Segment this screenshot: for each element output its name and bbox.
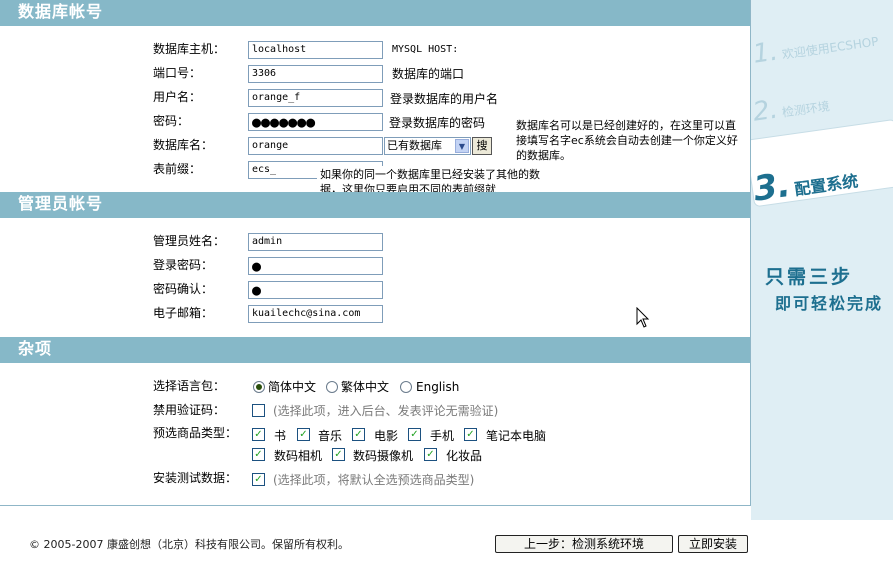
goods-type-checkbox[interactable]: ✓: [297, 428, 310, 441]
db-user-label: 用户名：: [153, 90, 202, 104]
goods-type-label: 数码摄像机: [353, 449, 414, 463]
slogan-line-2: 即可轻松完成: [775, 294, 884, 313]
goods-type-checkbox[interactable]: ✓: [332, 448, 345, 461]
mouse-cursor-icon: [636, 307, 650, 328]
goods-type-checkbox[interactable]: ✓: [352, 428, 365, 441]
goods-type-label: 电影: [374, 429, 399, 443]
lang-radio-en[interactable]: [400, 381, 412, 393]
lang-option-zh-cn: 简体中文: [268, 380, 317, 394]
footer: © 2005-2007 康盛创想（北京）科技有限公司。保留所有权利。: [0, 520, 893, 563]
goods-type-checkbox[interactable]: ✓: [464, 428, 477, 441]
goods-type-label: 数码相机: [274, 449, 323, 463]
admin-pass-input[interactable]: ●: [248, 257, 383, 275]
db-user-note: 登录数据库的用户名: [390, 92, 499, 106]
admin-name-label: 管理员姓名：: [153, 234, 226, 248]
goods-type-checkbox[interactable]: ✓: [252, 428, 265, 441]
goods-type-label: 笔记本电脑: [486, 429, 547, 443]
steps-sidebar: 1. 欢迎使用ECSHOP 2. 检测环境 3. 配置系统 只需三步 即可轻松完…: [751, 0, 893, 520]
section-title: 管理员帐号: [18, 194, 104, 213]
lang-label: 选择语言包：: [153, 379, 226, 393]
section-header-database: 数据库帐号: [0, 0, 750, 26]
captcha-checkbox[interactable]: [252, 404, 265, 417]
db-user-input[interactable]: orange_f: [248, 89, 383, 107]
goods-type-label: 化妆品: [446, 449, 483, 463]
prev-step-button[interactable]: 上一步：检测系统环境: [495, 535, 673, 553]
lang-option-en: English: [416, 380, 460, 394]
admin-email-label: 电子邮箱：: [153, 306, 214, 320]
db-pass-note: 登录数据库的密码: [389, 116, 486, 130]
install-form-panel: 数据库帐号 数据库主机： localhost MYSQL HOST: 端口号： …: [0, 0, 751, 506]
install-now-button[interactable]: 立即安装: [678, 535, 748, 553]
step-label: 检测环境: [781, 99, 831, 120]
section-title: 杂项: [18, 339, 53, 358]
section-header-misc: 杂项: [0, 337, 750, 363]
goods-type-checkbox[interactable]: ✓: [424, 448, 437, 461]
db-host-label: 数据库主机：: [153, 42, 226, 56]
step-label: 配置系统: [793, 171, 860, 200]
admin-confirm-label: 密码确认：: [153, 282, 214, 296]
db-name-note: 数据库名可以是已经创建好的，在这里可以直接填写名字ec系统会自动去创建一个你定义…: [516, 119, 738, 162]
lang-radio-zh-cn[interactable]: [253, 381, 265, 393]
step-number: 3.: [751, 164, 793, 210]
section-header-admin: 管理员帐号: [0, 192, 750, 218]
search-db-button[interactable]: 搜: [472, 137, 492, 155]
slogan-line-1: 只需三步: [765, 266, 854, 288]
copyright-text: © 2005-2007 康盛创想（北京）科技有限公司。保留所有权利。: [29, 538, 349, 551]
lang-option-zh-tw: 繁体中文: [341, 380, 390, 394]
db-host-note: MYSQL HOST:: [392, 44, 459, 55]
db-name-input[interactable]: orange: [248, 137, 383, 155]
db-name-label: 数据库名：: [153, 138, 214, 152]
test-data-note: (选择此项，将默认全选预选商品类型): [273, 473, 475, 487]
chevron-down-icon[interactable]: ▼: [455, 139, 469, 153]
goods-type-checkbox[interactable]: ✓: [408, 428, 421, 441]
step-1: 1. 欢迎使用ECSHOP: [751, 22, 880, 69]
existing-db-select-value: 已有数据库: [387, 139, 442, 152]
step-number: 1.: [751, 36, 780, 70]
db-pass-input[interactable]: ●●●●●●●: [248, 113, 383, 131]
goods-type-label: 手机: [430, 429, 455, 443]
test-data-label: 安装测试数据：: [153, 471, 238, 485]
test-data-checkbox[interactable]: ✓: [252, 473, 265, 486]
db-port-note: 数据库的端口: [392, 67, 465, 81]
goods-type-checkbox[interactable]: ✓: [252, 448, 265, 461]
db-pass-label: 密码：: [153, 114, 190, 128]
db-port-input[interactable]: 3306: [248, 65, 383, 83]
db-prefix-label: 表前缀：: [153, 162, 202, 176]
step-label: 欢迎使用ECSHOP: [781, 34, 880, 62]
db-host-input[interactable]: localhost: [248, 41, 383, 59]
admin-name-input[interactable]: admin: [248, 233, 383, 251]
goods-type-label: 音乐: [318, 429, 343, 443]
admin-email-input[interactable]: kuailechc@sina.com: [248, 305, 383, 323]
admin-confirm-input[interactable]: ●: [248, 281, 383, 299]
captcha-label: 禁用验证码：: [153, 403, 226, 417]
section-title: 数据库帐号: [18, 2, 104, 21]
admin-pass-label: 登录密码：: [153, 258, 214, 272]
step-2: 2. 检测环境: [751, 87, 831, 128]
lang-radio-zh-tw[interactable]: [326, 381, 338, 393]
existing-db-select[interactable]: 已有数据库 ▼: [384, 137, 471, 155]
db-port-label: 端口号：: [153, 66, 202, 80]
goods-type-label: 书: [274, 429, 287, 443]
captcha-note: (选择此项，进入后台、发表评论无需验证): [273, 404, 499, 418]
goods-types-label: 预选商品类型：: [153, 426, 238, 440]
step-number: 2.: [751, 94, 780, 128]
